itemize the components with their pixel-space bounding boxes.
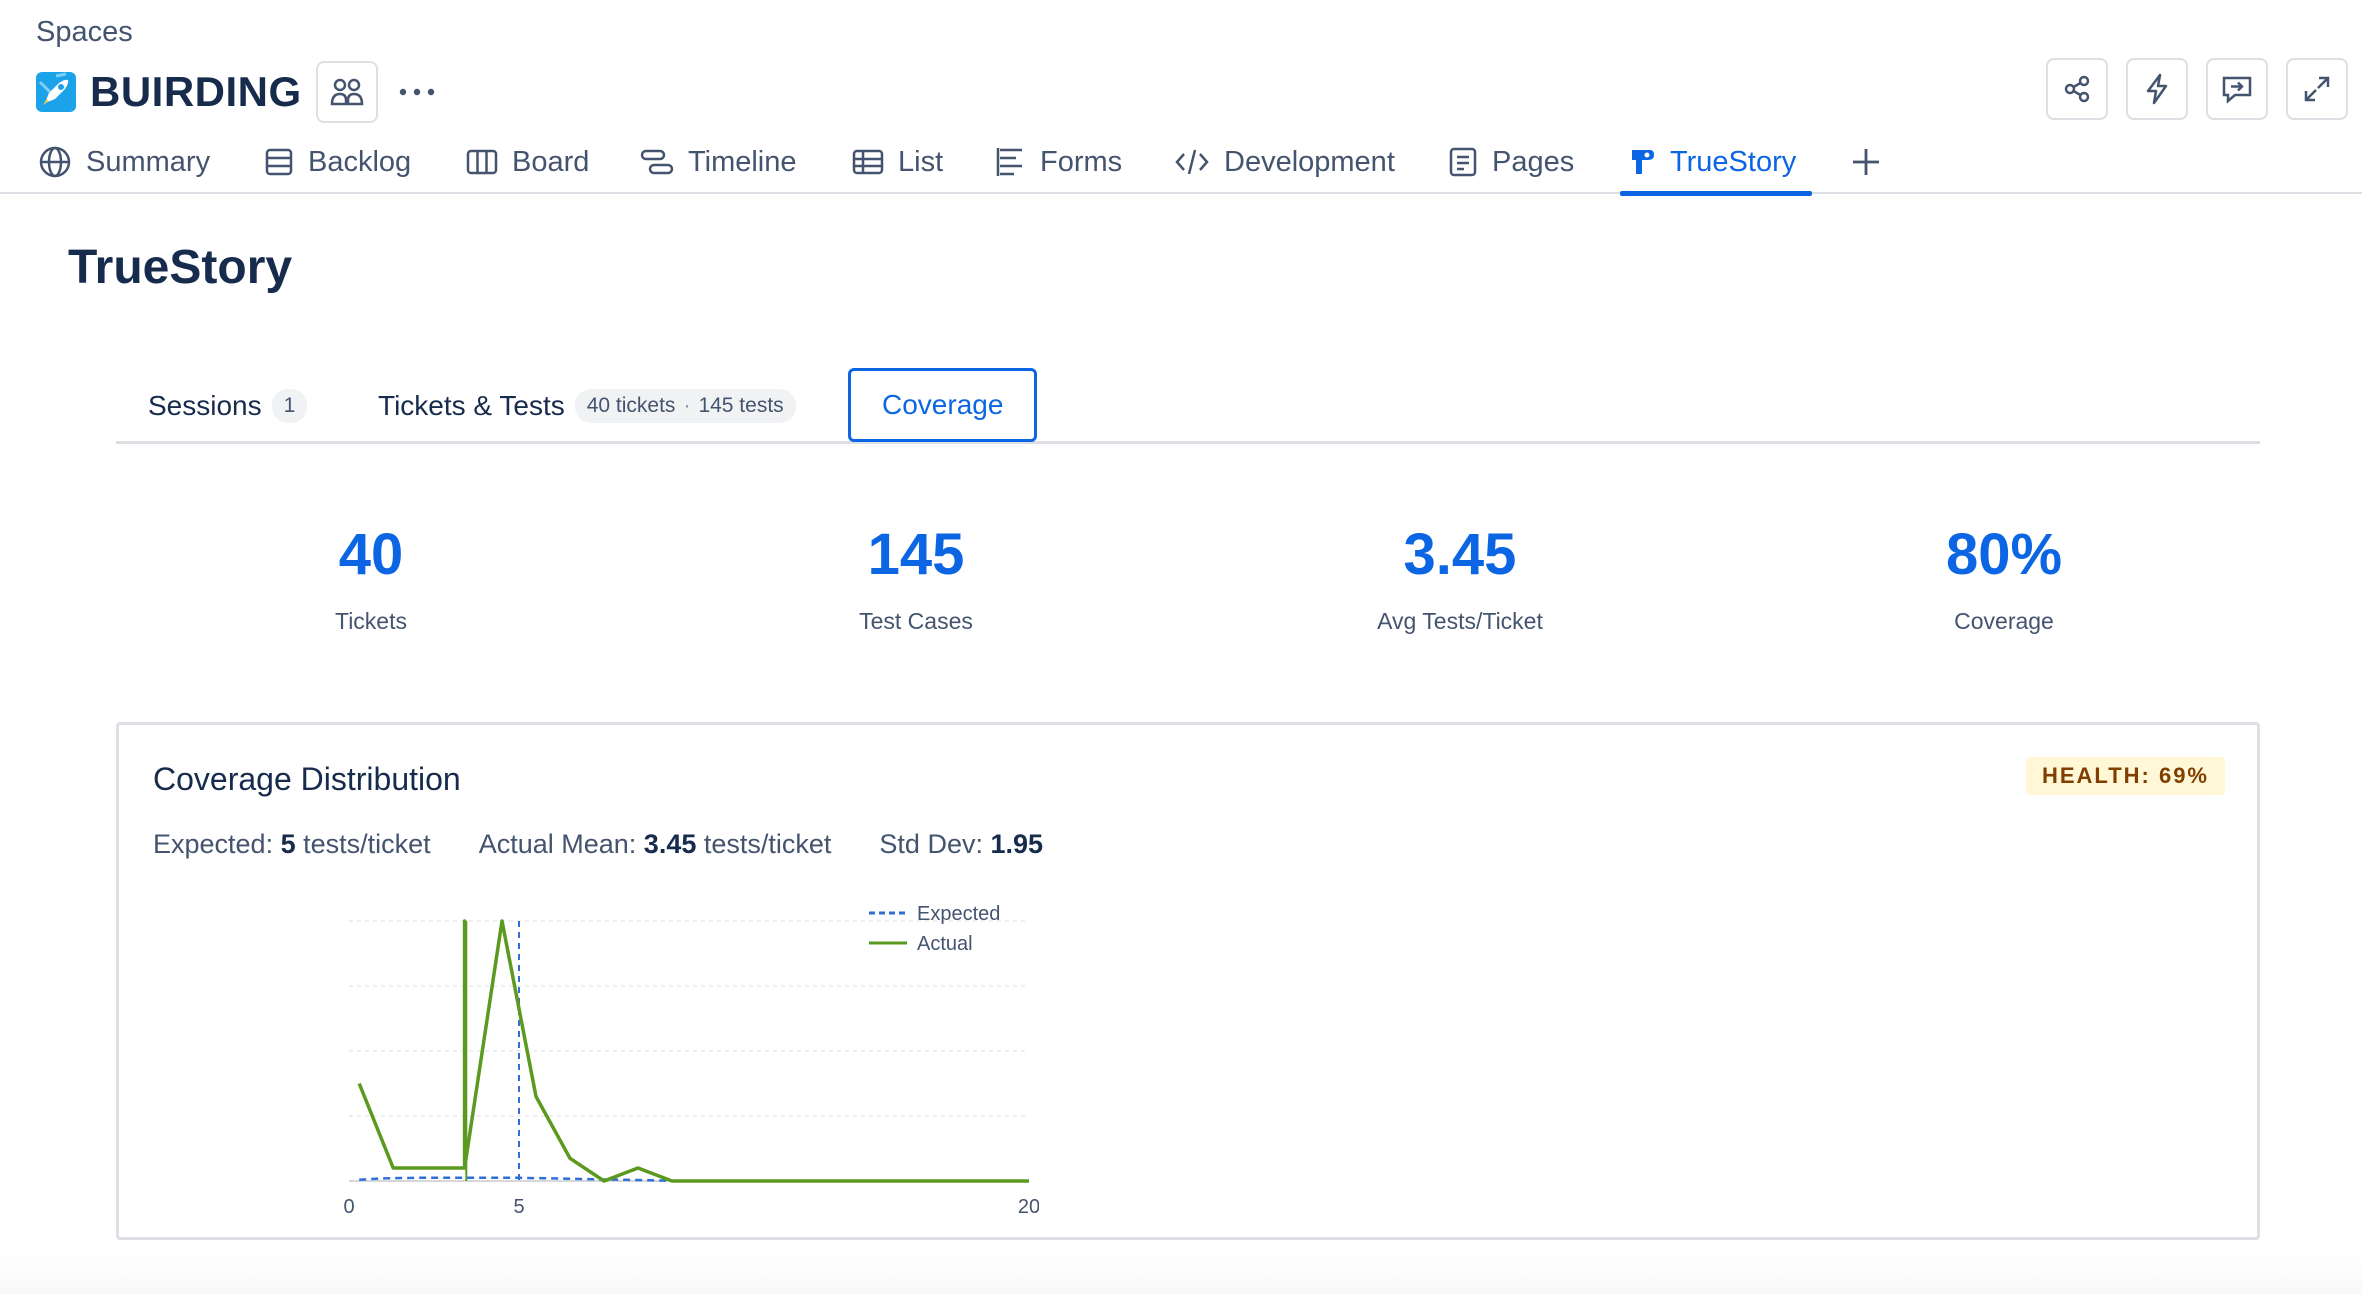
subtab-tickets-tests[interactable]: Tickets & Tests 40 tickets · 145 tests xyxy=(378,368,796,444)
automation-button[interactable] xyxy=(2126,58,2188,120)
tab-label: Timeline xyxy=(688,145,797,178)
stat-coverage: 80% Coverage xyxy=(1804,520,2204,635)
subtab-label: Sessions xyxy=(148,390,262,421)
more-actions-button[interactable] xyxy=(386,61,448,123)
space-name[interactable]: BUIRDING xyxy=(90,68,302,116)
tab-label: Backlog xyxy=(308,145,412,178)
metric-unit: tests/ticket xyxy=(703,829,832,859)
metric-label: Actual Mean: xyxy=(478,829,637,859)
health-badge: HEALTH: 69% xyxy=(2025,757,2225,795)
stat-label: Test Cases xyxy=(859,608,973,634)
tab-label: Summary xyxy=(86,145,211,178)
tab-label: Board xyxy=(512,145,590,178)
tab-forms[interactable]: Forms xyxy=(996,130,1122,194)
tab-list[interactable]: List xyxy=(852,130,943,194)
share-icon xyxy=(2064,75,2090,103)
team-button[interactable] xyxy=(315,61,378,123)
stat-avg-tests: 3.45 Avg Tests/Ticket xyxy=(1260,520,1660,635)
distribution-metrics: Expected: 5 tests/ticket Actual Mean: 3.… xyxy=(153,829,1043,860)
tab-summary[interactable]: Summary xyxy=(38,130,210,194)
stat-test-cases: 145 Test Cases xyxy=(716,520,1116,635)
space-navigation: Summary Backlog Board Timeline List Form… xyxy=(0,130,2362,196)
timeline-icon xyxy=(640,149,674,175)
x-tick-label: 20 xyxy=(1018,1196,1039,1215)
tab-timeline[interactable]: Timeline xyxy=(640,130,797,194)
page-footer xyxy=(0,1254,2362,1294)
expand-icon xyxy=(2304,76,2330,102)
metric-label: Std Dev: xyxy=(879,829,983,859)
legend-label: Actual xyxy=(917,933,973,955)
subtab-sessions[interactable]: Sessions 1 xyxy=(148,368,308,444)
truestory-icon xyxy=(1632,150,1654,174)
feedback-button[interactable] xyxy=(2206,58,2268,120)
subtab-label: Tickets & Tests xyxy=(378,390,565,421)
backlog-icon xyxy=(265,148,293,176)
share-button[interactable] xyxy=(2046,58,2108,120)
coverage-distribution-chart: 0520Tests per ticketExpectedActual xyxy=(343,903,1039,1215)
rocket-icon xyxy=(36,72,76,112)
subtab-bar: Sessions 1 Tickets & Tests 40 tickets · 14… xyxy=(116,368,2260,444)
page-title: TrueStory xyxy=(68,241,293,294)
board-icon xyxy=(466,149,498,175)
std-dev-metric: Std Dev: 1.95 xyxy=(879,829,1043,860)
tab-label: Development xyxy=(1224,145,1395,178)
header-actions xyxy=(2046,58,2348,120)
expected-metric: Expected: 5 tests/ticket xyxy=(153,829,431,860)
x-tick-label: 5 xyxy=(513,1196,524,1215)
pages-icon xyxy=(1449,147,1477,177)
stat-value: 80% xyxy=(1945,522,2063,587)
list-icon xyxy=(852,149,884,175)
ellipsis-icon xyxy=(399,88,434,96)
fullscreen-button[interactable] xyxy=(2286,58,2348,120)
stat-label: Tickets xyxy=(335,608,407,634)
metric-value: 3.45 xyxy=(643,829,697,859)
tab-label: Forms xyxy=(1040,145,1123,178)
stat-label: Avg Tests/Ticket xyxy=(1377,608,1543,634)
add-tab-button[interactable] xyxy=(1850,130,1882,194)
x-tick-label: 0 xyxy=(343,1196,354,1215)
metric-label: Expected: xyxy=(153,829,274,859)
tickets-count: 40 tickets xyxy=(586,394,676,417)
stats-row: 40 Tickets 145 Test Cases 3.45 Avg Tests… xyxy=(0,520,2362,650)
tab-backlog[interactable]: Backlog xyxy=(264,130,411,194)
sessions-count-badge: 1 xyxy=(271,389,308,423)
metric-unit: tests/ticket xyxy=(303,829,431,859)
stat-tickets: 40 Tickets xyxy=(171,520,571,635)
metric-value: 1.95 xyxy=(990,829,1044,859)
stat-value: 40 xyxy=(338,522,404,587)
people-icon xyxy=(330,78,363,106)
subtab-label: Coverage xyxy=(882,389,1004,420)
mean-metric: Actual Mean: 3.45 tests/ticket xyxy=(479,829,832,860)
tickets-tests-badge: 40 tickets · 145 tests xyxy=(574,389,796,423)
lightning-icon xyxy=(2146,73,2168,105)
card-title: Coverage Distribution xyxy=(153,761,461,797)
tests-count: 145 tests xyxy=(698,394,784,417)
tab-truestory[interactable]: TrueStory xyxy=(1619,130,1813,196)
globe-icon xyxy=(39,146,71,178)
space-header: BUIRDING xyxy=(36,61,448,123)
forms-icon xyxy=(996,148,1022,176)
stat-value: 145 xyxy=(867,522,965,587)
tab-label: TrueStory xyxy=(1670,145,1797,178)
code-icon xyxy=(1175,149,1209,175)
tab-label: List xyxy=(898,145,944,178)
tab-pages[interactable]: Pages xyxy=(1448,130,1574,194)
stat-label: Coverage xyxy=(1954,608,2054,634)
tab-development[interactable]: Development xyxy=(1174,130,1395,194)
stat-value: 3.45 xyxy=(1403,522,1517,587)
breadcrumb[interactable]: Spaces xyxy=(36,16,133,49)
tab-label: Pages xyxy=(1492,145,1575,178)
metric-value: 5 xyxy=(280,829,296,859)
legend-label: Expected xyxy=(917,903,1000,925)
coverage-distribution-card: Coverage Distribution HEALTH: 69% Expect… xyxy=(116,722,2260,1240)
plus-icon xyxy=(1853,149,1879,175)
comment-icon xyxy=(2222,76,2252,104)
tab-board[interactable]: Board xyxy=(466,130,589,194)
subtab-coverage[interactable]: Coverage xyxy=(848,368,1038,442)
